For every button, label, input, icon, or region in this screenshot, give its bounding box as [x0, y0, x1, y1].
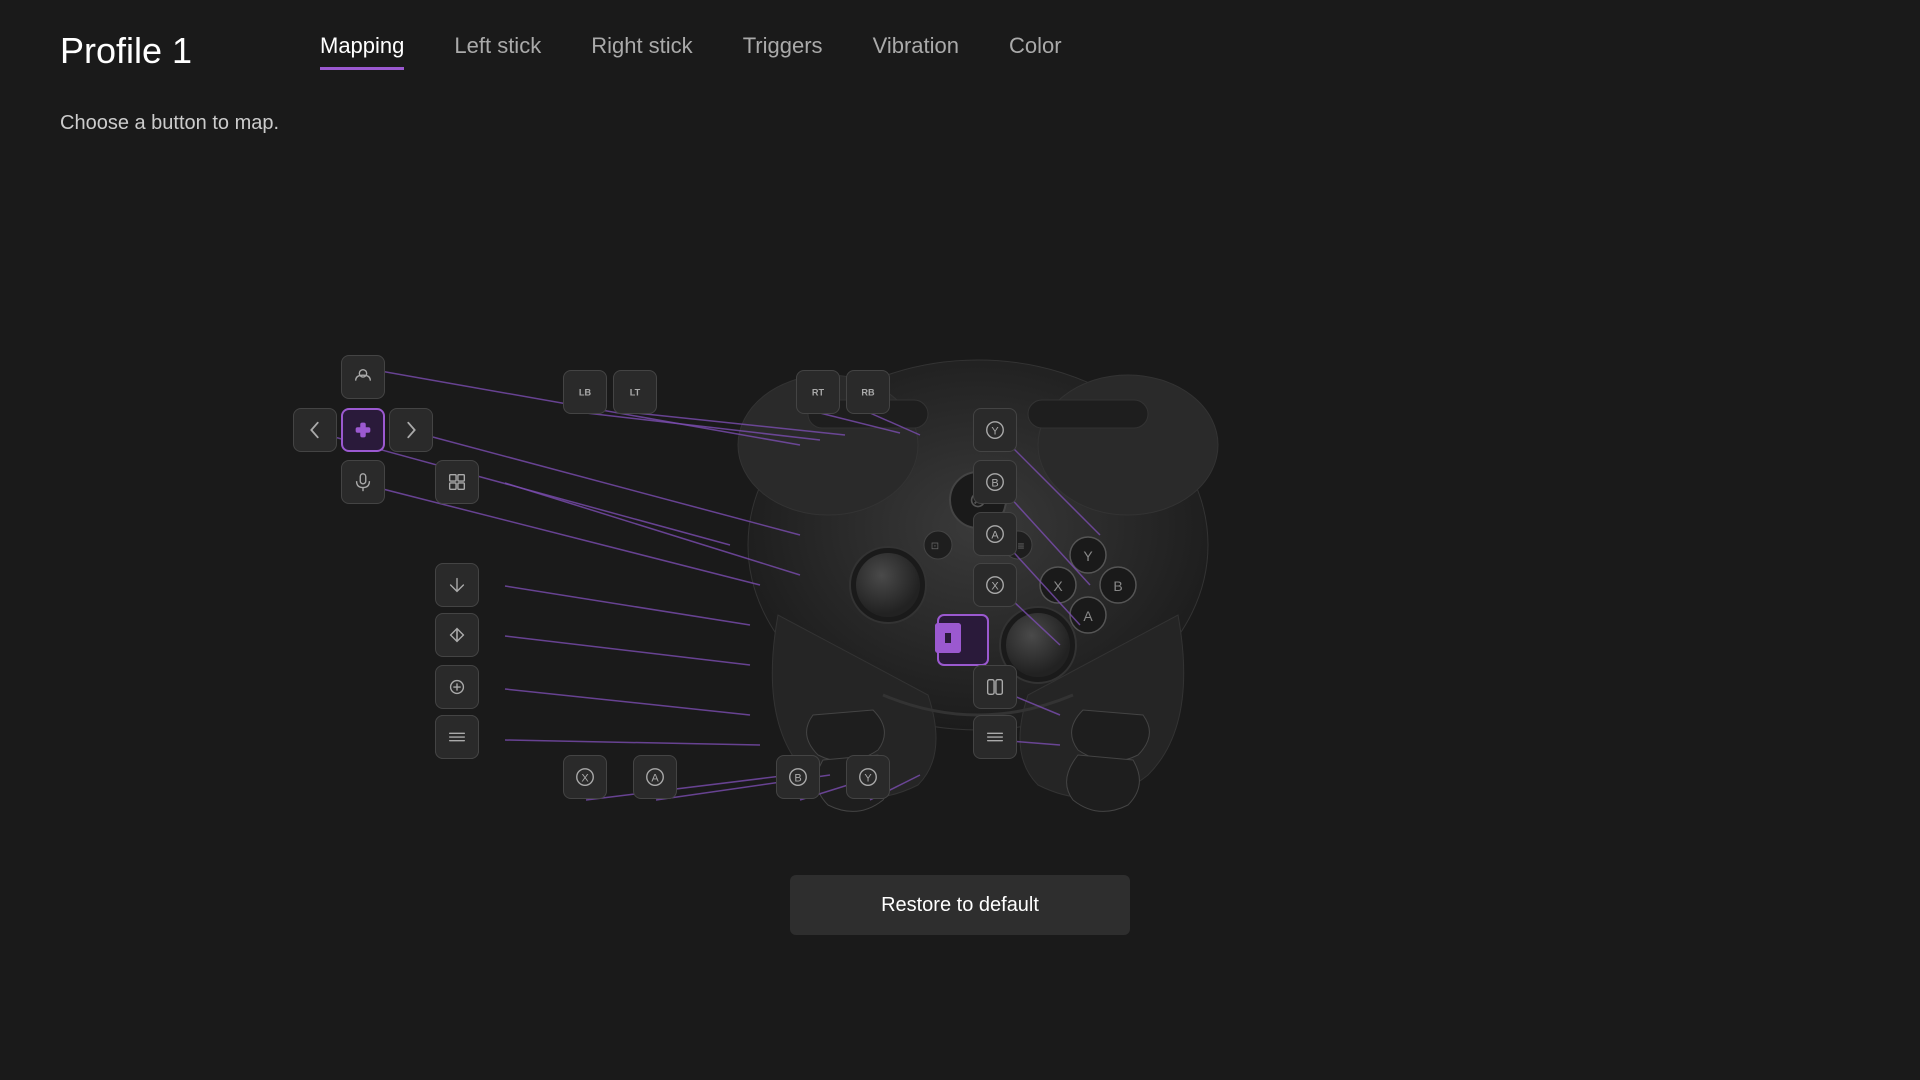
svg-text:RB: RB	[861, 388, 875, 398]
btn-lstick-mod2[interactable]	[435, 613, 479, 657]
svg-text:⊡: ⊡	[931, 541, 939, 552]
profile-title: Profile 1	[60, 30, 260, 72]
btn-paddle-y[interactable]: Y	[846, 755, 890, 799]
btn-headset[interactable]	[341, 355, 385, 399]
header: Profile 1 Mapping Left stick Right stick…	[0, 0, 1920, 72]
btn-rstick-mod2[interactable]	[973, 715, 1017, 759]
btn-rb[interactable]: RB	[846, 370, 890, 414]
tab-color[interactable]: Color	[1009, 33, 1062, 70]
btn-paddle-x[interactable]: X	[563, 755, 607, 799]
svg-text:Y: Y	[864, 773, 872, 785]
svg-text:B: B	[1113, 578, 1122, 594]
btn-lstick-mod3[interactable]	[435, 665, 479, 709]
svg-text:A: A	[651, 773, 659, 785]
svg-text:X: X	[581, 773, 589, 785]
svg-text:Y: Y	[991, 426, 999, 438]
btn-a[interactable]: A	[973, 512, 1017, 556]
controller-area: ⊗ ≡ ⊡ Y B	[0, 155, 1920, 955]
btn-paddle-a[interactable]: A	[633, 755, 677, 799]
btn-dpad-right[interactable]	[389, 408, 433, 452]
btn-x[interactable]: X	[973, 563, 1017, 607]
btn-lt[interactable]: LT	[613, 370, 657, 414]
svg-text:≡: ≡	[1017, 539, 1024, 553]
svg-text:LT: LT	[630, 388, 641, 398]
btn-rt[interactable]: RT	[796, 370, 840, 414]
nav-tabs: Mapping Left stick Right stick Triggers …	[320, 33, 1062, 70]
tab-vibration[interactable]: Vibration	[873, 33, 959, 70]
svg-text:B: B	[794, 773, 801, 785]
btn-b[interactable]: B	[973, 460, 1017, 504]
svg-text:B: B	[991, 478, 998, 490]
svg-text:A: A	[991, 530, 999, 542]
btn-dpad-center[interactable]	[341, 408, 385, 452]
svg-text:RT: RT	[812, 388, 825, 398]
btn-mic[interactable]	[341, 460, 385, 504]
btn-paddle-b[interactable]: B	[776, 755, 820, 799]
tab-mapping[interactable]: Mapping	[320, 33, 404, 70]
tab-left-stick[interactable]: Left stick	[454, 33, 541, 70]
btn-lb[interactable]: LB	[563, 370, 607, 414]
btn-y[interactable]: Y	[973, 408, 1017, 452]
svg-text:LB: LB	[579, 388, 592, 398]
restore-default-button[interactable]: Restore to default	[790, 875, 1130, 935]
subtitle: Choose a button to map.	[0, 72, 1920, 155]
btn-share[interactable]	[435, 460, 479, 504]
svg-text:Y: Y	[1083, 548, 1093, 564]
btn-dpad-left[interactable]	[293, 408, 337, 452]
svg-text:A: A	[1083, 608, 1093, 624]
tab-right-stick[interactable]: Right stick	[591, 33, 692, 70]
btn-lstick-mod5[interactable]	[435, 715, 479, 759]
svg-text:X: X	[1053, 578, 1063, 594]
btn-lstick-mod1[interactable]	[435, 563, 479, 607]
tab-triggers[interactable]: Triggers	[743, 33, 823, 70]
svg-text:X: X	[991, 581, 999, 593]
btn-rstick-mod1[interactable]	[973, 665, 1017, 709]
